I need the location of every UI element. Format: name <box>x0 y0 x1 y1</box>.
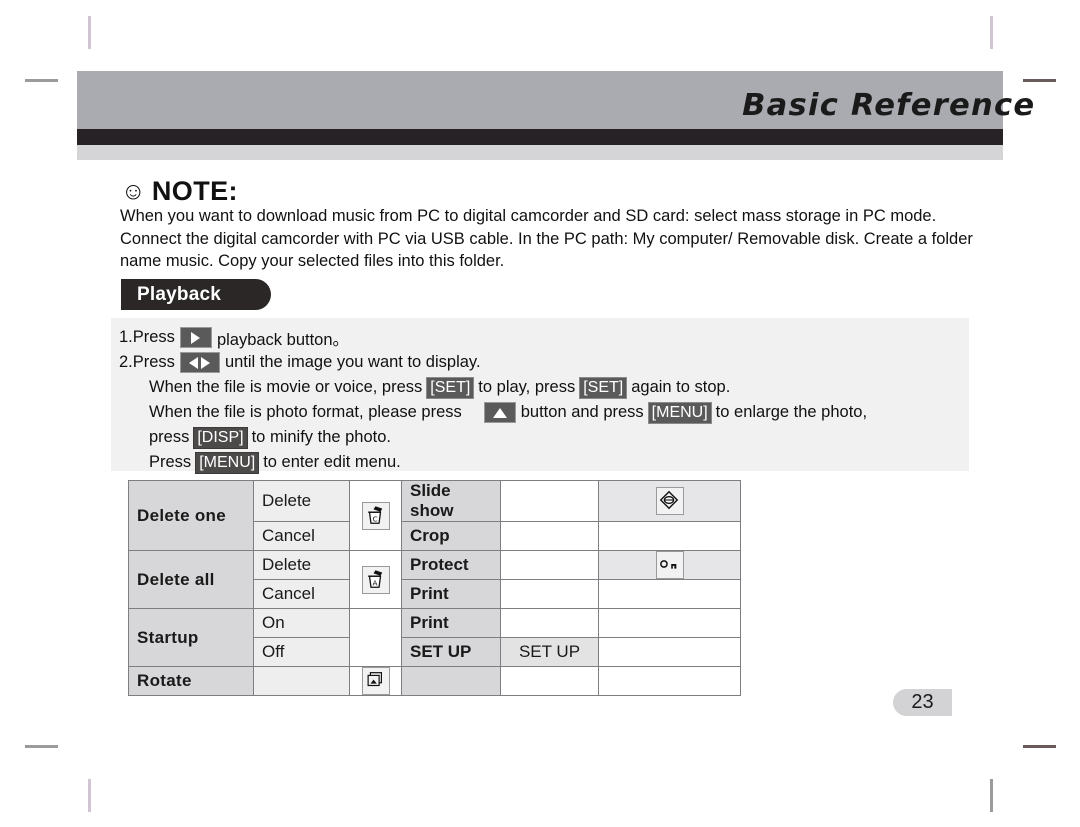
crop-mark-right-bottom <box>1023 745 1056 748</box>
menu-category-label[interactable]: Rotate <box>128 666 254 696</box>
note-body-text: When you want to download music from PC … <box>120 207 973 270</box>
instruction-line-6-b: to enter edit menu. <box>263 453 401 471</box>
instruction-line-4-a: When the file is photo format, please pr… <box>149 403 462 421</box>
menu-right-icon-cell <box>598 480 741 522</box>
key-protect-icon <box>655 551 684 579</box>
crop-mark-left-top <box>25 79 58 82</box>
menu-right-icon-cell <box>598 666 741 696</box>
table-row: Delete one Delete C Slide show <box>128 480 741 551</box>
smiley-face-icon: ☺ <box>121 177 146 205</box>
menu-icon-cell: A <box>349 550 402 609</box>
playback-menu-table: Delete one Delete C Slide show Cancel Crop Del… <box>128 480 741 696</box>
instruction-line-6: Press [MENU] to enter edit menu. <box>119 450 969 475</box>
menu-category-label[interactable]: Startup <box>128 608 254 667</box>
menu-option-cell[interactable] <box>253 666 350 696</box>
menu-category-label[interactable]: Delete all <box>128 550 254 609</box>
table-row: Delete all Delete A Protect <box>128 550 741 609</box>
instruction-block: 1.Press playback button。 2.Press until t… <box>111 318 969 474</box>
instruction-line-3-b: to play, press <box>478 378 576 396</box>
crop-mark-bottom-left <box>88 779 91 812</box>
left-right-arrow-icon <box>179 352 220 373</box>
svg-text:A: A <box>372 578 377 587</box>
menu-key-label-1: [MENU] <box>647 401 712 424</box>
trash-can-all-icon: A <box>361 565 390 594</box>
set-key-label-1: [SET] <box>426 376 475 399</box>
crop-mark-right-top <box>1023 79 1056 82</box>
crop-mark-top-right <box>990 16 993 49</box>
manual-page: Basic Reference ☺ NOTE: When you want to… <box>0 0 1080 827</box>
menu-right-icon-cell <box>598 608 741 638</box>
menu-function-label[interactable]: Print <box>401 608 501 638</box>
note-heading: ☺ NOTE: <box>121 176 238 207</box>
rotate-image-icon <box>361 667 390 695</box>
instruction-line-2: 2.Press until the image you want to disp… <box>119 350 969 375</box>
instruction-line-1-post: playback button。 <box>216 330 350 349</box>
section-badge-playback: Playback <box>121 279 271 310</box>
set-key-label-2: [SET] <box>579 376 628 399</box>
table-row: Rotate <box>128 666 741 696</box>
menu-category-label[interactable]: Delete one <box>128 480 254 551</box>
instruction-line-5-b: to minify the photo. <box>251 428 392 446</box>
menu-function-label[interactable]: Crop <box>401 521 501 551</box>
svg-text:C: C <box>372 514 377 523</box>
slideshow-diamond-icon <box>655 487 684 515</box>
playback-menu-table-body: Delete one Delete C Slide show Cancel Crop Del… <box>128 480 741 696</box>
menu-value-cell[interactable] <box>500 608 599 638</box>
menu-value-cell[interactable] <box>500 521 599 551</box>
menu-function-label[interactable]: Print <box>401 579 501 609</box>
instruction-line-3: When the file is movie or voice, press [… <box>119 375 969 400</box>
page-title: Basic Reference <box>741 88 1035 123</box>
instruction-line-1-pre: 1.Press <box>119 328 175 346</box>
menu-icon-cell <box>349 666 402 696</box>
menu-option-cell[interactable]: Cancel <box>253 579 350 609</box>
menu-right-icon-cell <box>598 550 741 580</box>
instruction-line-4-c: to enlarge the photo, <box>715 403 868 421</box>
instruction-line-4: When the file is photo format, please pr… <box>119 400 969 425</box>
menu-option-cell[interactable]: Cancel <box>253 521 350 551</box>
section-badge-label: Playback <box>137 283 221 305</box>
instruction-line-2-pre: 2.Press <box>119 353 175 371</box>
instruction-line-5: press [DISP] to minify the photo. <box>119 425 969 450</box>
menu-option-cell[interactable]: Delete <box>253 480 350 522</box>
crop-mark-top-left <box>88 16 91 49</box>
instruction-line-2-post: until the image you want to display. <box>224 353 481 371</box>
note-heading-label: NOTE: <box>151 176 238 206</box>
trash-can-current-icon: C <box>361 501 390 530</box>
page-number-badge: 23 <box>893 689 952 716</box>
page-number: 23 <box>911 691 934 713</box>
menu-function-label[interactable]: Protect <box>401 550 501 580</box>
menu-value-cell[interactable] <box>500 550 599 580</box>
menu-value-cell[interactable] <box>500 666 599 696</box>
menu-icon-cell <box>349 608 402 667</box>
menu-key-label-2: [MENU] <box>195 451 260 474</box>
menu-right-icon-cell <box>598 521 741 551</box>
up-arrow-icon <box>483 402 516 423</box>
instruction-line-3-a: When the file is movie or voice, press <box>149 378 423 396</box>
play-button-icon <box>179 327 212 348</box>
instruction-line-1: 1.Press playback button。 <box>119 325 969 350</box>
menu-function-label[interactable]: SET UP <box>401 637 501 667</box>
header-dark-rule <box>77 129 1003 145</box>
menu-option-cell[interactable]: Delete <box>253 550 350 580</box>
menu-option-cell[interactable]: Off <box>253 637 350 667</box>
menu-icon-cell: C <box>349 480 402 551</box>
menu-function-label[interactable] <box>401 666 501 696</box>
menu-value-cell[interactable]: SET UP <box>500 637 599 667</box>
instruction-line-3-c: again to stop. <box>631 378 731 396</box>
instruction-line-5-a: press <box>149 428 190 446</box>
menu-value-cell[interactable] <box>500 480 599 522</box>
disp-key-label: [DISP] <box>193 426 248 449</box>
instruction-line-4-b: button and press <box>520 403 644 421</box>
instruction-line-6-a: Press <box>149 453 192 471</box>
menu-value-cell[interactable] <box>500 579 599 609</box>
menu-right-icon-cell <box>598 579 741 609</box>
menu-right-icon-cell <box>598 637 741 667</box>
menu-function-label[interactable]: Slide show <box>401 480 501 522</box>
table-row: Startup On Print <box>128 608 741 667</box>
crop-mark-bottom-right <box>990 779 993 812</box>
menu-option-cell[interactable]: On <box>253 608 350 638</box>
header-light-rule <box>77 145 1003 160</box>
crop-mark-left-bottom <box>25 745 58 748</box>
